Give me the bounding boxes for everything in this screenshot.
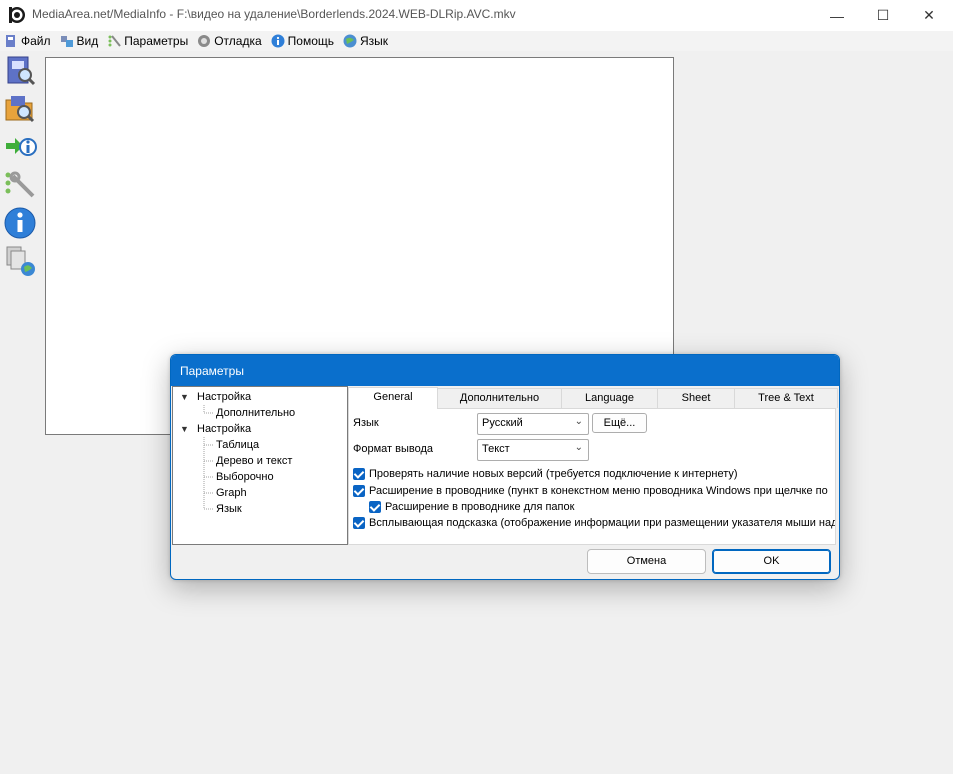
tree-node-settings-1[interactable]: Настройка <box>197 389 251 405</box>
language-select-value: Русский <box>482 417 523 429</box>
output-format-select[interactable]: Текст ⌄ <box>477 439 589 461</box>
tab-strip: General Дополнительно Language Sheet Tre… <box>348 387 838 409</box>
mediainfo-app-icon <box>9 7 25 23</box>
checkbox-checked-icon <box>353 468 365 480</box>
maximize-button[interactable]: ☐ <box>860 0 906 31</box>
tab-sheet[interactable]: Sheet <box>657 388 735 408</box>
ok-button[interactable]: OK <box>712 549 831 574</box>
menu-debug-label: Отладка <box>214 34 262 48</box>
menu-file-label: Файл <box>21 34 51 48</box>
preferences-dialog: Параметры ▼ Настройка Дополнительно ▼ На… <box>170 354 840 580</box>
menu-view[interactable]: Вид <box>56 31 104 51</box>
shell-extension-label: Расширение в проводнике (пункт в конекст… <box>369 485 828 497</box>
menu-debug[interactable]: Отладка <box>193 31 266 51</box>
tab-tree-text[interactable]: Tree & Text <box>734 388 838 408</box>
view-icon <box>60 36 73 47</box>
tree-node-custom[interactable]: Выборочно <box>216 469 274 485</box>
output-format-select-value: Текст <box>482 443 510 455</box>
title-bar: MediaArea.net/MediaInfo - F:\видео на уд… <box>0 0 953 31</box>
dialog-title: Параметры <box>180 364 244 378</box>
web-icon[interactable] <box>3 244 37 278</box>
close-icon: ✕ <box>923 7 935 23</box>
tree-node-advanced[interactable]: Дополнительно <box>216 405 295 421</box>
export-icon[interactable] <box>3 130 37 164</box>
shell-extension-checkbox[interactable]: Расширение в проводнике (пункт в конекст… <box>353 483 828 499</box>
shell-extension-folders-checkbox[interactable]: Расширение в проводнике для папок <box>369 499 574 515</box>
checkbox-checked-icon <box>353 517 365 529</box>
more-languages-button[interactable]: Ещё... <box>592 413 647 433</box>
checkbox-checked-icon <box>369 501 381 513</box>
about-icon[interactable] <box>3 206 37 240</box>
menu-bar: Файл Вид Параметры Отладка Помощь Язык <box>0 31 953 51</box>
open-folder-icon[interactable] <box>3 92 37 126</box>
chevron-down-icon: ⌄ <box>574 416 583 427</box>
help-icon <box>271 34 285 48</box>
debug-icon <box>198 35 211 47</box>
dialog-title-bar: Параметры <box>171 355 839 386</box>
open-file-icon[interactable] <box>3 54 37 88</box>
menu-file[interactable]: Файл <box>0 31 56 51</box>
close-button[interactable]: ✕ <box>906 0 952 31</box>
maximize-icon: ☐ <box>876 7 890 23</box>
tree-expand-chevron-down-icon[interactable]: ▼ <box>180 389 190 405</box>
tree-node-tree-text[interactable]: Дерево и текст <box>216 453 292 469</box>
chevron-down-icon: ⌄ <box>574 442 583 453</box>
menu-help[interactable]: Помощь <box>267 31 339 51</box>
left-toolbar <box>0 52 42 774</box>
tree-node-settings-2[interactable]: Настройка <box>197 421 251 437</box>
tree-node-sheet[interactable]: Таблица <box>216 437 259 453</box>
tab-advanced[interactable]: Дополнительно <box>437 388 562 408</box>
output-format-label: Формат вывода <box>353 443 434 455</box>
language-label: Язык <box>353 417 379 429</box>
language-icon <box>343 34 357 48</box>
shell-extension-folders-label: Расширение в проводнике для папок <box>385 501 575 513</box>
language-select[interactable]: Русский ⌄ <box>477 413 589 435</box>
menu-view-label: Вид <box>76 34 99 48</box>
tree-node-graph[interactable]: Graph <box>216 485 247 501</box>
cancel-button[interactable]: Отмена <box>587 549 706 574</box>
check-updates-label: Проверять наличие новых версий (требуетс… <box>369 468 738 480</box>
tooltip-checkbox[interactable]: Всплывающая подсказка (отображение инфор… <box>353 515 836 531</box>
preferences-icon[interactable] <box>3 168 37 202</box>
minimize-button[interactable]: — <box>814 0 860 31</box>
window-title: MediaArea.net/MediaInfo - F:\видео на уд… <box>32 7 516 21</box>
checkbox-checked-icon <box>353 485 365 497</box>
settings-tree[interactable]: ▼ Настройка Дополнительно ▼ Настройка Та… <box>172 386 348 545</box>
tree-expand-chevron-down-icon[interactable]: ▼ <box>180 421 190 437</box>
tooltip-label: Всплывающая подсказка (отображение инфор… <box>369 517 836 529</box>
menu-help-label: Помощь <box>287 34 334 48</box>
menu-language[interactable]: Язык <box>339 31 393 51</box>
file-icon <box>6 35 15 47</box>
tree-node-language[interactable]: Язык <box>216 501 242 517</box>
general-tab-panel: Язык Русский ⌄ Ещё... Формат вывода Текс… <box>348 408 836 545</box>
menu-options[interactable]: Параметры <box>103 31 193 51</box>
tab-general[interactable]: General <box>348 387 438 409</box>
menu-options-label: Параметры <box>124 34 189 48</box>
tab-language[interactable]: Language <box>561 388 658 408</box>
minimize-icon: — <box>830 7 844 24</box>
check-updates-checkbox[interactable]: Проверять наличие новых версий (требуетс… <box>353 466 738 482</box>
menu-language-label: Язык <box>360 34 389 48</box>
options-icon <box>108 35 122 47</box>
